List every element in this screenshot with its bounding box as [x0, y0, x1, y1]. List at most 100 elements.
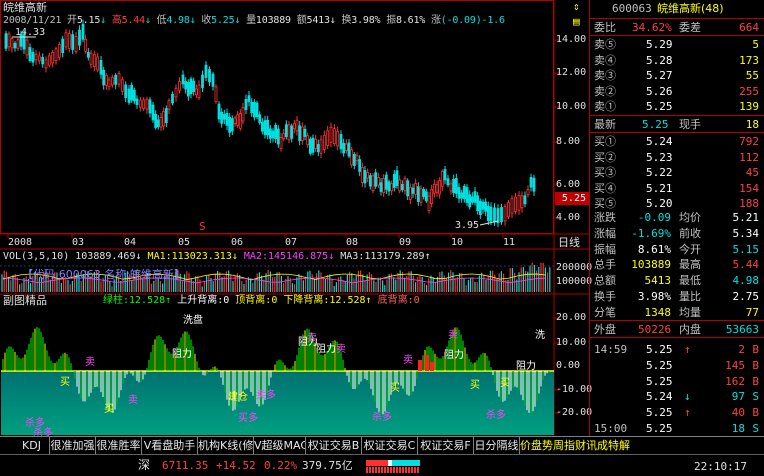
date-axis-label: 08 — [346, 237, 359, 248]
ind-top-divergence: 顶背离:0 — [235, 295, 278, 306]
candle-body — [473, 191, 477, 203]
date-axis-label: 06 — [231, 237, 244, 248]
indicator-tab[interactable]: 机构K线(修 — [198, 437, 254, 454]
xianshou-label: 现手 — [679, 118, 701, 131]
price-axis-label: 8.00 — [556, 136, 581, 147]
close-value: 5.25 — [211, 15, 235, 26]
vol-indicator-name: VOL(3,5,10) — [3, 251, 70, 262]
indicator-signal-tag: 卖 — [128, 395, 138, 406]
candle-body — [287, 124, 291, 141]
candle-body — [266, 120, 270, 136]
candle-body — [316, 144, 320, 153]
candle-body — [214, 86, 218, 102]
candle-body — [411, 187, 415, 194]
indicator-tab[interactable]: 权证交易B — [306, 437, 362, 454]
candle-body — [419, 188, 423, 203]
candle-body — [350, 149, 354, 166]
candle-body — [84, 38, 88, 52]
candle-body — [120, 79, 124, 92]
outer-inner-row: 外盘 50226 内盘 53663 — [590, 320, 764, 338]
change-value: (-0.09)-1.6 — [440, 15, 505, 26]
candle-body — [194, 88, 198, 96]
candle-body — [332, 128, 336, 144]
candle-body — [71, 34, 75, 50]
candle-body — [145, 98, 149, 110]
ask-row[interactable]: 卖① 5.25 139 — [590, 98, 764, 116]
candle-body — [181, 74, 185, 85]
candle-body — [449, 183, 453, 192]
indicator-signal-tag: 建仓 — [228, 392, 248, 403]
indicator-signal-tag: 阻力 — [444, 350, 464, 361]
settings-icon[interactable]: ▤ — [573, 16, 580, 28]
candle-body — [174, 87, 178, 98]
candle-body — [54, 48, 58, 61]
down-arrow-icon: ↓ — [144, 15, 151, 26]
indicator-tab[interactable]: V看盘助手 — [142, 437, 198, 454]
candle-body — [300, 126, 304, 141]
candle-body — [308, 138, 312, 154]
price-axis-label: 6.00 — [556, 179, 581, 190]
sell-s-marker: S — [199, 220, 206, 233]
close-label: 收 — [201, 15, 212, 26]
open-value: 5.15 — [76, 15, 101, 26]
candle-body — [336, 130, 340, 147]
candle-body — [408, 186, 412, 200]
candle-body — [104, 74, 108, 86]
candle-body — [61, 38, 65, 54]
candle-body — [392, 173, 396, 188]
candle-body — [41, 56, 45, 65]
indicator-signal-tag: 买 — [470, 380, 480, 391]
candle-body — [114, 74, 118, 85]
candle-body — [208, 69, 211, 83]
kline-chart-svg[interactable] — [0, 0, 589, 436]
indicator-tab[interactable]: 日分隔线 — [474, 437, 520, 454]
vol-ma2: MA2:145146.875 — [243, 251, 329, 262]
candle-body — [416, 186, 420, 202]
candle-body — [462, 185, 466, 199]
candle-body — [171, 93, 174, 104]
pin-icon[interactable]: ⇕ — [573, 1, 580, 13]
indicator-signal-tag: 卖多 — [256, 390, 276, 401]
candle-body — [510, 198, 514, 214]
candle-body — [102, 69, 106, 86]
weibi-value: 34.62% — [632, 21, 672, 34]
clock: 22:10:17 — [694, 460, 747, 473]
indicator-tab[interactable]: 价盘势周指财讯成特解 — [520, 437, 764, 454]
candle-body — [468, 194, 472, 208]
down-arrow-icon: ↓ — [234, 15, 241, 26]
chart-area[interactable]: 皖维高新 2008/11/21 开5.15↓ 高5.44↓ 低4.98↓ 收5.… — [0, 0, 592, 439]
candle-body — [290, 125, 294, 139]
period-label[interactable]: 日线 — [558, 237, 580, 249]
candle-body — [532, 177, 536, 192]
indicator-tab[interactable]: V超级MACD — [254, 437, 306, 454]
indicator-tab[interactable]: KDJ — [14, 437, 50, 454]
candle-body — [255, 102, 259, 117]
candle-body — [326, 130, 330, 146]
indicator-title-bar: 副图精品 — [3, 295, 47, 307]
side-code: 600063 — [612, 2, 652, 15]
candle-body — [178, 81, 181, 91]
vol-ma1: MA1:113023.313 — [147, 251, 232, 262]
indicator-signal-tag: 卖 — [448, 330, 458, 341]
candle-body — [446, 178, 450, 186]
indicator-signal-tag: 买 — [104, 404, 114, 415]
candle-body — [360, 167, 364, 183]
candle-body — [443, 169, 447, 181]
indicator-tab[interactable]: 很准加强 — [50, 437, 96, 454]
date-axis-label: 04 — [124, 237, 137, 248]
indicator-tab[interactable]: 很准胜率 — [96, 437, 142, 454]
candle-body — [460, 192, 464, 199]
indicator-tab[interactable]: 权证交易F — [418, 437, 474, 454]
index-change: +14.52 — [216, 459, 256, 472]
indicator-tab[interactable]: 权证交易C — [362, 437, 418, 454]
indicator-signal-tag: 洗盘 — [183, 315, 203, 326]
price-axis-label: 4.00 — [556, 212, 581, 223]
candle-body — [500, 207, 503, 223]
candle-body — [452, 179, 456, 194]
candle-body — [520, 195, 524, 209]
candle-body — [156, 119, 160, 127]
indicator-signal-tag: 买多 — [238, 413, 258, 424]
indicator-signal-tag: 阻力 — [316, 344, 336, 355]
candle-body — [454, 178, 458, 194]
candle-body — [329, 126, 333, 143]
